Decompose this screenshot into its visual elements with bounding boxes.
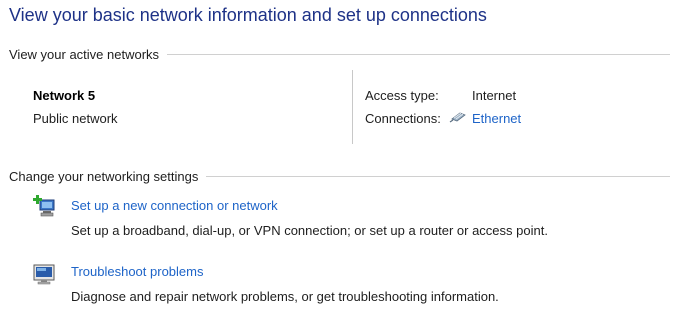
setup-connection-description: Set up a broadband, dial-up, or VPN conn…	[71, 223, 548, 238]
active-networks-header: View your active networks	[9, 45, 670, 63]
networking-settings-header-label: Change your networking settings	[9, 168, 199, 184]
ethernet-connection-link[interactable]: Ethernet	[472, 111, 521, 126]
access-type-value: Internet	[472, 88, 517, 103]
section-divider	[206, 175, 670, 177]
network-type: Public network	[33, 111, 118, 126]
troubleshoot-description: Diagnose and repair network problems, or…	[71, 289, 499, 304]
page-title: View your basic network information and …	[9, 5, 487, 25]
troubleshoot-icon[interactable]	[33, 262, 57, 286]
ethernet-icon	[449, 110, 467, 124]
networking-settings-header: Change your networking settings	[9, 167, 670, 185]
connections-label: Connections:	[365, 111, 441, 126]
network-name: Network 5	[33, 88, 96, 103]
new-connection-icon[interactable]	[33, 195, 57, 219]
active-networks-header-label: View your active networks	[9, 46, 160, 62]
setup-connection-link[interactable]: Set up a new connection or network	[71, 198, 278, 213]
vertical-divider	[352, 70, 353, 144]
access-type-label: Access type:	[365, 88, 439, 103]
section-divider	[167, 53, 670, 55]
troubleshoot-link[interactable]: Troubleshoot problems	[71, 264, 203, 279]
